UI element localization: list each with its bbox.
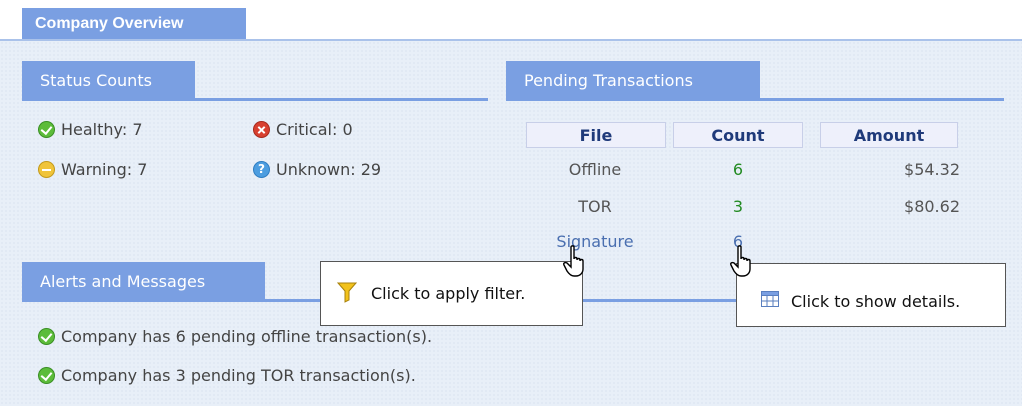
column-header-count: Count [673,122,803,148]
alert-message: Company has 6 pending offline transactio… [38,327,432,346]
column-header-file: File [526,122,666,148]
row-file[interactable]: Signature [520,231,670,253]
status-critical-label: Critical: 0 [276,120,353,139]
status-counts-header: Status Counts [22,61,195,101]
check-circle-icon [38,328,55,345]
pending-transactions-rule [506,98,1004,101]
hand-pointer-icon [563,245,591,283]
status-unknown-label: Unknown: 29 [276,160,382,179]
alerts-header: Alerts and Messages [22,262,265,302]
minus-circle-icon [38,161,55,178]
table-icon [761,291,779,311]
row-count[interactable]: 3 [673,196,803,218]
row-file[interactable]: TOR [520,196,670,218]
alert-message-text: Company has 3 pending TOR transaction(s)… [61,366,416,385]
status-healthy[interactable]: Healthy: 7 [38,120,143,139]
status-counts-rule [22,98,488,101]
status-healthy-label: Healthy: 7 [61,120,143,139]
details-tooltip: Click to show details. [736,263,1006,327]
row-amount: $54.32 [904,160,960,179]
filter-tooltip-text: Click to apply filter. [371,284,526,303]
alert-message-text: Company has 6 pending offline transactio… [61,327,433,346]
check-circle-icon [38,121,55,138]
row-file[interactable]: Offline [520,159,670,181]
check-circle-icon [38,367,55,384]
details-tooltip-text: Click to show details. [791,291,961,311]
alert-message: Company has 3 pending TOR transaction(s)… [38,366,416,385]
question-circle-icon: ? [253,161,270,178]
pending-transactions-header: Pending Transactions [506,61,760,101]
row-amount: $80.62 [904,197,960,216]
column-header-amount: Amount [820,122,958,148]
status-unknown[interactable]: ? Unknown: 29 [253,160,381,179]
filter-tooltip: Click to apply filter. [320,261,583,326]
overview-panel: Status Counts Healthy: 7 Warning: 7 Crit… [0,41,1022,406]
status-warning[interactable]: Warning: 7 [38,160,147,179]
tab-company-overview[interactable]: Company Overview [22,8,246,39]
status-warning-label: Warning: 7 [61,160,148,179]
status-critical[interactable]: Critical: 0 [253,120,353,139]
row-count[interactable]: 6 [673,159,803,181]
funnel-icon [336,281,358,307]
hand-pointer-icon [730,245,758,283]
x-circle-icon [253,121,270,138]
